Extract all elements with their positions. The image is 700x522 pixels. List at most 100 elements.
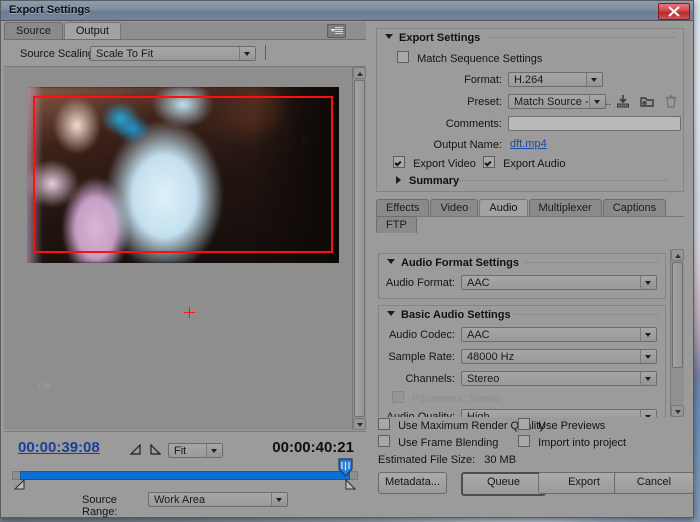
comments-label: Comments: [445,118,502,130]
tab-source-label: Source [16,25,51,37]
comments-input[interactable] [508,116,681,131]
scroll-down-button[interactable] [671,405,684,417]
header-rule [514,314,657,316]
import-preset-icon[interactable] [639,93,655,109]
scroll-thumb[interactable] [354,80,365,417]
use-previews-label: Use Previews [538,420,606,432]
chevron-down-icon [586,73,602,86]
sample-rate-select[interactable]: 48000 Hz [461,349,657,364]
parametric-stereo-label: Parametric Stereo [412,393,501,405]
mark-in-icon[interactable] [130,444,141,455]
export-settings-header[interactable]: Export Settings [377,29,683,46]
use-frame-blending-row[interactable]: Use Frame Blending [378,435,498,449]
source-scaling-select[interactable]: Scale To Fit [90,46,256,61]
queue-button[interactable]: Queue [461,472,546,496]
summary-header[interactable]: Summary [387,172,683,189]
scroll-thumb[interactable] [672,262,683,368]
tab-multiplexer[interactable]: Multiplexer [528,199,602,216]
panel-menu-icon[interactable] [327,24,346,38]
source-scaling-label: Source Scaling: [20,48,98,60]
audio-format-row: Audio Format: AAC [379,273,665,295]
metadata-button[interactable]: Metadata... [378,472,447,494]
work-area-start-handle[interactable] [14,479,25,490]
chevron-down-icon [589,95,605,108]
use-previews-row[interactable]: Use Previews [518,418,605,432]
mark-out-icon[interactable] [150,444,161,455]
tab-source[interactable]: Source [4,22,63,39]
tab-audio[interactable]: Audio [479,199,528,216]
header-rule [459,180,667,182]
export-audio-row[interactable]: Export Audio [483,156,565,170]
summary-title: Summary [409,175,460,187]
import-into-project-label: Import into project [538,437,627,449]
export-video-row[interactable]: Export Video [393,156,476,170]
audio-quality-select[interactable]: High [461,409,657,417]
audio-format-select[interactable]: AAC [461,275,657,290]
export-audio-label: Export Audio [503,158,566,170]
format-row: Format: H.264 [377,70,683,92]
audio-codec-select[interactable]: AAC [461,327,657,342]
preset-label: Preset: [467,96,502,108]
tab-audio-label: Audio [489,202,518,214]
use-previews-checkbox[interactable] [518,418,530,430]
match-sequence-label: Match Sequence Settings [417,53,543,65]
zoom-level-select[interactable]: Fit [168,443,223,458]
preview-vertical-scrollbar[interactable] [352,67,366,430]
scroll-down-button[interactable] [353,418,366,430]
close-button[interactable] [658,3,690,20]
audio-settings-scrollbar[interactable] [670,249,684,417]
audio-settings-panel: Audio Format Settings Audio Format: AAC [376,249,684,417]
tab-ftp[interactable]: FTP [376,216,417,233]
crosshair-icon [184,307,195,318]
tab-captions[interactable]: Captions [602,199,667,216]
chevron-down-icon [640,372,656,385]
chevron-down-icon [640,410,656,417]
match-sequence-row[interactable]: Match Sequence Settings [397,51,542,65]
import-into-project-row[interactable]: Import into project [518,435,626,449]
cancel-button[interactable]: Cancel [614,472,694,494]
disclosure-triangle-icon[interactable] [387,311,395,316]
timeline-work-area-track[interactable] [20,471,350,480]
use-frame-blending-label: Use Frame Blending [398,437,499,449]
output-name-value[interactable]: dft.mp4 [510,138,547,150]
scroll-up-button[interactable] [671,249,684,261]
chevron-down-icon [239,47,255,60]
playhead-icon[interactable] [338,458,353,480]
work-area-end-handle[interactable] [345,479,356,490]
save-preset-icon[interactable] [615,93,631,109]
tab-video[interactable]: Video [430,199,479,216]
disclosure-triangle-icon[interactable] [385,34,393,39]
tab-output[interactable]: Output [63,22,121,39]
export-video-checkbox[interactable] [393,156,405,168]
header-rule [489,37,675,39]
format-value: H.264 [514,74,544,86]
use-max-render-quality-checkbox[interactable] [378,418,390,430]
audio-format-settings-group: Audio Format Settings Audio Format: AAC [378,253,666,299]
tab-effects[interactable]: Effects [376,199,430,216]
use-frame-blending-checkbox[interactable] [378,435,390,447]
disclosure-triangle-icon[interactable] [396,176,401,184]
channels-label: Channels: [405,373,455,385]
source-scaling-value: Scale To Fit [96,48,154,60]
basic-audio-settings-header[interactable]: Basic Audio Settings [379,306,665,323]
channels-select[interactable]: Stereo [461,371,657,386]
source-range-label: Source Range: [82,494,118,518]
source-range-value: Work Area [154,494,206,506]
match-sequence-checkbox[interactable] [397,51,409,63]
scroll-up-button[interactable] [353,67,366,79]
tab-ftp-label: FTP [386,219,407,231]
preset-select[interactable]: Match Source - Hi... [508,94,611,109]
crop-overlay-box[interactable] [33,96,333,253]
source-range-select[interactable]: Work Area [148,492,288,507]
import-into-project-checkbox[interactable] [518,435,530,447]
comments-row: Comments: [377,114,683,136]
audio-quality-label: Audio Quality: [386,411,455,417]
cancel-button-label: Cancel [636,476,672,488]
audio-format-settings-header[interactable]: Audio Format Settings [379,254,665,271]
disclosure-triangle-icon[interactable] [387,259,395,264]
format-select[interactable]: H.264 [508,72,603,87]
export-audio-checkbox[interactable] [483,156,495,168]
current-timecode[interactable]: 00:00:39:08 [18,439,100,456]
close-x-icon [668,6,680,17]
channels-value: Stereo [467,373,500,385]
